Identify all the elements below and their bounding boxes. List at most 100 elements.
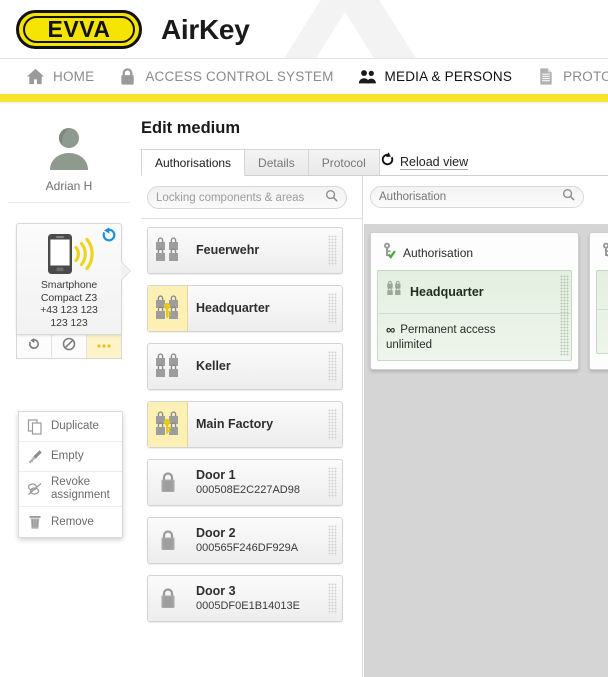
product-name: AirKey xyxy=(161,13,250,45)
page-title: Edit medium xyxy=(141,119,241,137)
area-locks-key-icon xyxy=(148,286,188,331)
list-item-text: Keller xyxy=(188,354,342,379)
reload-icon xyxy=(380,152,395,172)
nav-item-protocols[interactable]: PROTOCOLS xyxy=(536,59,608,94)
context-menu-item-empty[interactable]: Empty xyxy=(19,442,122,472)
list-item-text: Feuerwehr xyxy=(188,238,342,263)
drag-handle[interactable] xyxy=(328,467,337,498)
context-menu-item-revoke-assignment[interactable]: Revoke assignment xyxy=(19,472,122,507)
list-item[interactable]: Keller xyxy=(147,343,343,390)
drag-handle[interactable] xyxy=(328,351,337,382)
authorisation-card-body: Headquarter ∞ Permanent access unlimited xyxy=(377,270,572,361)
list-item[interactable]: Door 3 0005DF0E1B14013E xyxy=(147,575,343,622)
list-item[interactable]: Door 2 000565F246DF929A xyxy=(147,517,343,564)
medium-line-1: Smartphone xyxy=(40,279,98,291)
search-icon xyxy=(325,189,338,207)
drag-handle[interactable] xyxy=(328,235,337,266)
medium-line-3: +43 123 123 xyxy=(40,304,98,316)
panel-divider xyxy=(141,218,363,219)
brand-yellow-bar xyxy=(0,94,608,105)
list-item[interactable]: Main Factory xyxy=(147,401,343,448)
authorisation-target xyxy=(597,271,608,310)
list-item[interactable]: Door 1 000508E2C227AD98 xyxy=(147,459,343,506)
area-locks-key-icon xyxy=(148,402,188,447)
locking-search-field[interactable] xyxy=(147,186,347,209)
nav-label-media-persons: MEDIA & PERSONS xyxy=(384,69,513,84)
content-tabs: Authorisations Details Protocol xyxy=(141,149,380,176)
list-item-subtitle: 000508E2C227AD98 xyxy=(196,484,300,496)
home-icon xyxy=(26,67,45,86)
context-menu-item-remove[interactable]: Remove xyxy=(19,507,122,537)
key-check-icon xyxy=(600,241,608,264)
selection-arrow xyxy=(121,262,130,280)
person-card[interactable]: Adrian H xyxy=(8,113,130,203)
evva-logo[interactable]: EVVA xyxy=(16,10,142,49)
brand-logo[interactable]: EVVA AirKey xyxy=(16,10,250,49)
lock-icon xyxy=(148,460,188,505)
area-locks-icon xyxy=(148,344,188,389)
list-item-title: Headquarter xyxy=(196,301,270,315)
drag-handle[interactable] xyxy=(328,525,337,556)
smartphone-nfc-icon xyxy=(38,232,100,276)
reload-view-label: Reload view xyxy=(400,154,469,170)
nav-item-home[interactable]: HOME xyxy=(26,59,94,94)
context-menu-label-remove: Remove xyxy=(51,515,94,528)
list-item-subtitle: 0005DF0E1B14013E xyxy=(196,600,300,612)
list-item-title: Door 3 xyxy=(196,584,236,598)
tab-label-details: Details xyxy=(258,155,295,170)
authorisation-card-header-label: Authorisation xyxy=(403,245,474,260)
search-input[interactable] xyxy=(156,191,325,204)
medium-card-wrap: Smartphone Compact Z3 +43 123 123 123 12… xyxy=(16,223,130,359)
authorisation-target: Headquarter xyxy=(378,271,571,314)
authorisation-card[interactable]: Authorisation Headquarter ∞ Permanent ac… xyxy=(370,232,579,370)
medium-action-bar xyxy=(16,334,122,359)
search-icon xyxy=(562,188,575,206)
list-item-title: Feuerwehr xyxy=(196,243,260,257)
list-item-title: Door 2 xyxy=(196,526,236,540)
airkey-app: EVVA AirKey HOME ACCESS CONTROL SYSTEM M… xyxy=(0,0,608,677)
drag-handle[interactable] xyxy=(328,409,337,440)
more-action[interactable] xyxy=(87,334,121,358)
authorisation-search-input[interactable] xyxy=(379,191,562,203)
authorisation-duration: unlimited xyxy=(386,339,433,351)
refresh-icon xyxy=(27,337,41,356)
nav-item-media-persons[interactable]: MEDIA & PERSONS xyxy=(358,59,513,94)
context-menu-label-empty: Empty xyxy=(51,450,84,462)
list-item-text: Door 1 000508E2C227AD98 xyxy=(188,463,342,502)
authorisation-card-body xyxy=(596,270,608,354)
list-item-text: Door 3 0005DF0E1B14013E xyxy=(188,579,342,618)
medium-line-4: 123 123 xyxy=(50,316,88,329)
drag-handle[interactable] xyxy=(328,293,337,324)
refresh-action[interactable] xyxy=(17,334,52,358)
list-item-title: Keller xyxy=(196,359,231,373)
authorisation-permission-label: Permanent access xyxy=(400,323,496,336)
context-menu-item-duplicate[interactable]: Duplicate xyxy=(19,412,122,442)
infinity-icon: ∞ xyxy=(386,322,395,337)
authorisation-permission: ∞ Permanent access unlimited xyxy=(378,314,571,360)
lock-icon xyxy=(148,518,188,563)
evva-logo-text: EVVA xyxy=(47,16,111,42)
medium-card[interactable]: Smartphone Compact Z3 +43 123 123 123 12… xyxy=(16,223,130,335)
people-icon xyxy=(358,67,377,86)
header-watermark-inner xyxy=(300,12,390,58)
tab-details[interactable]: Details xyxy=(244,149,309,176)
card-grip[interactable] xyxy=(560,275,569,356)
tab-authorisations[interactable]: Authorisations xyxy=(141,149,246,176)
drag-handle[interactable] xyxy=(328,583,337,614)
reload-view-button[interactable]: Reload view xyxy=(380,152,469,172)
authorisation-search-field[interactable] xyxy=(370,186,584,208)
tab-protocol[interactable]: Protocol xyxy=(307,149,380,176)
person-name: Adrian H xyxy=(45,179,93,193)
nav-item-access-control-system[interactable]: ACCESS CONTROL SYSTEM xyxy=(118,59,333,94)
copy-icon xyxy=(25,417,45,437)
list-item-title: Main Factory xyxy=(196,417,274,431)
authorisation-card-partial[interactable] xyxy=(589,232,608,370)
block-action[interactable] xyxy=(52,334,87,358)
lock-icon xyxy=(148,576,188,621)
list-item[interactable]: Headquarter xyxy=(147,285,343,332)
sync-icon xyxy=(101,227,117,243)
ellipsis-icon xyxy=(95,337,113,355)
context-menu-label-revoke-assignment: Revoke assignment xyxy=(51,476,110,501)
broom-icon xyxy=(25,447,45,467)
list-item[interactable]: Feuerwehr xyxy=(147,227,343,274)
